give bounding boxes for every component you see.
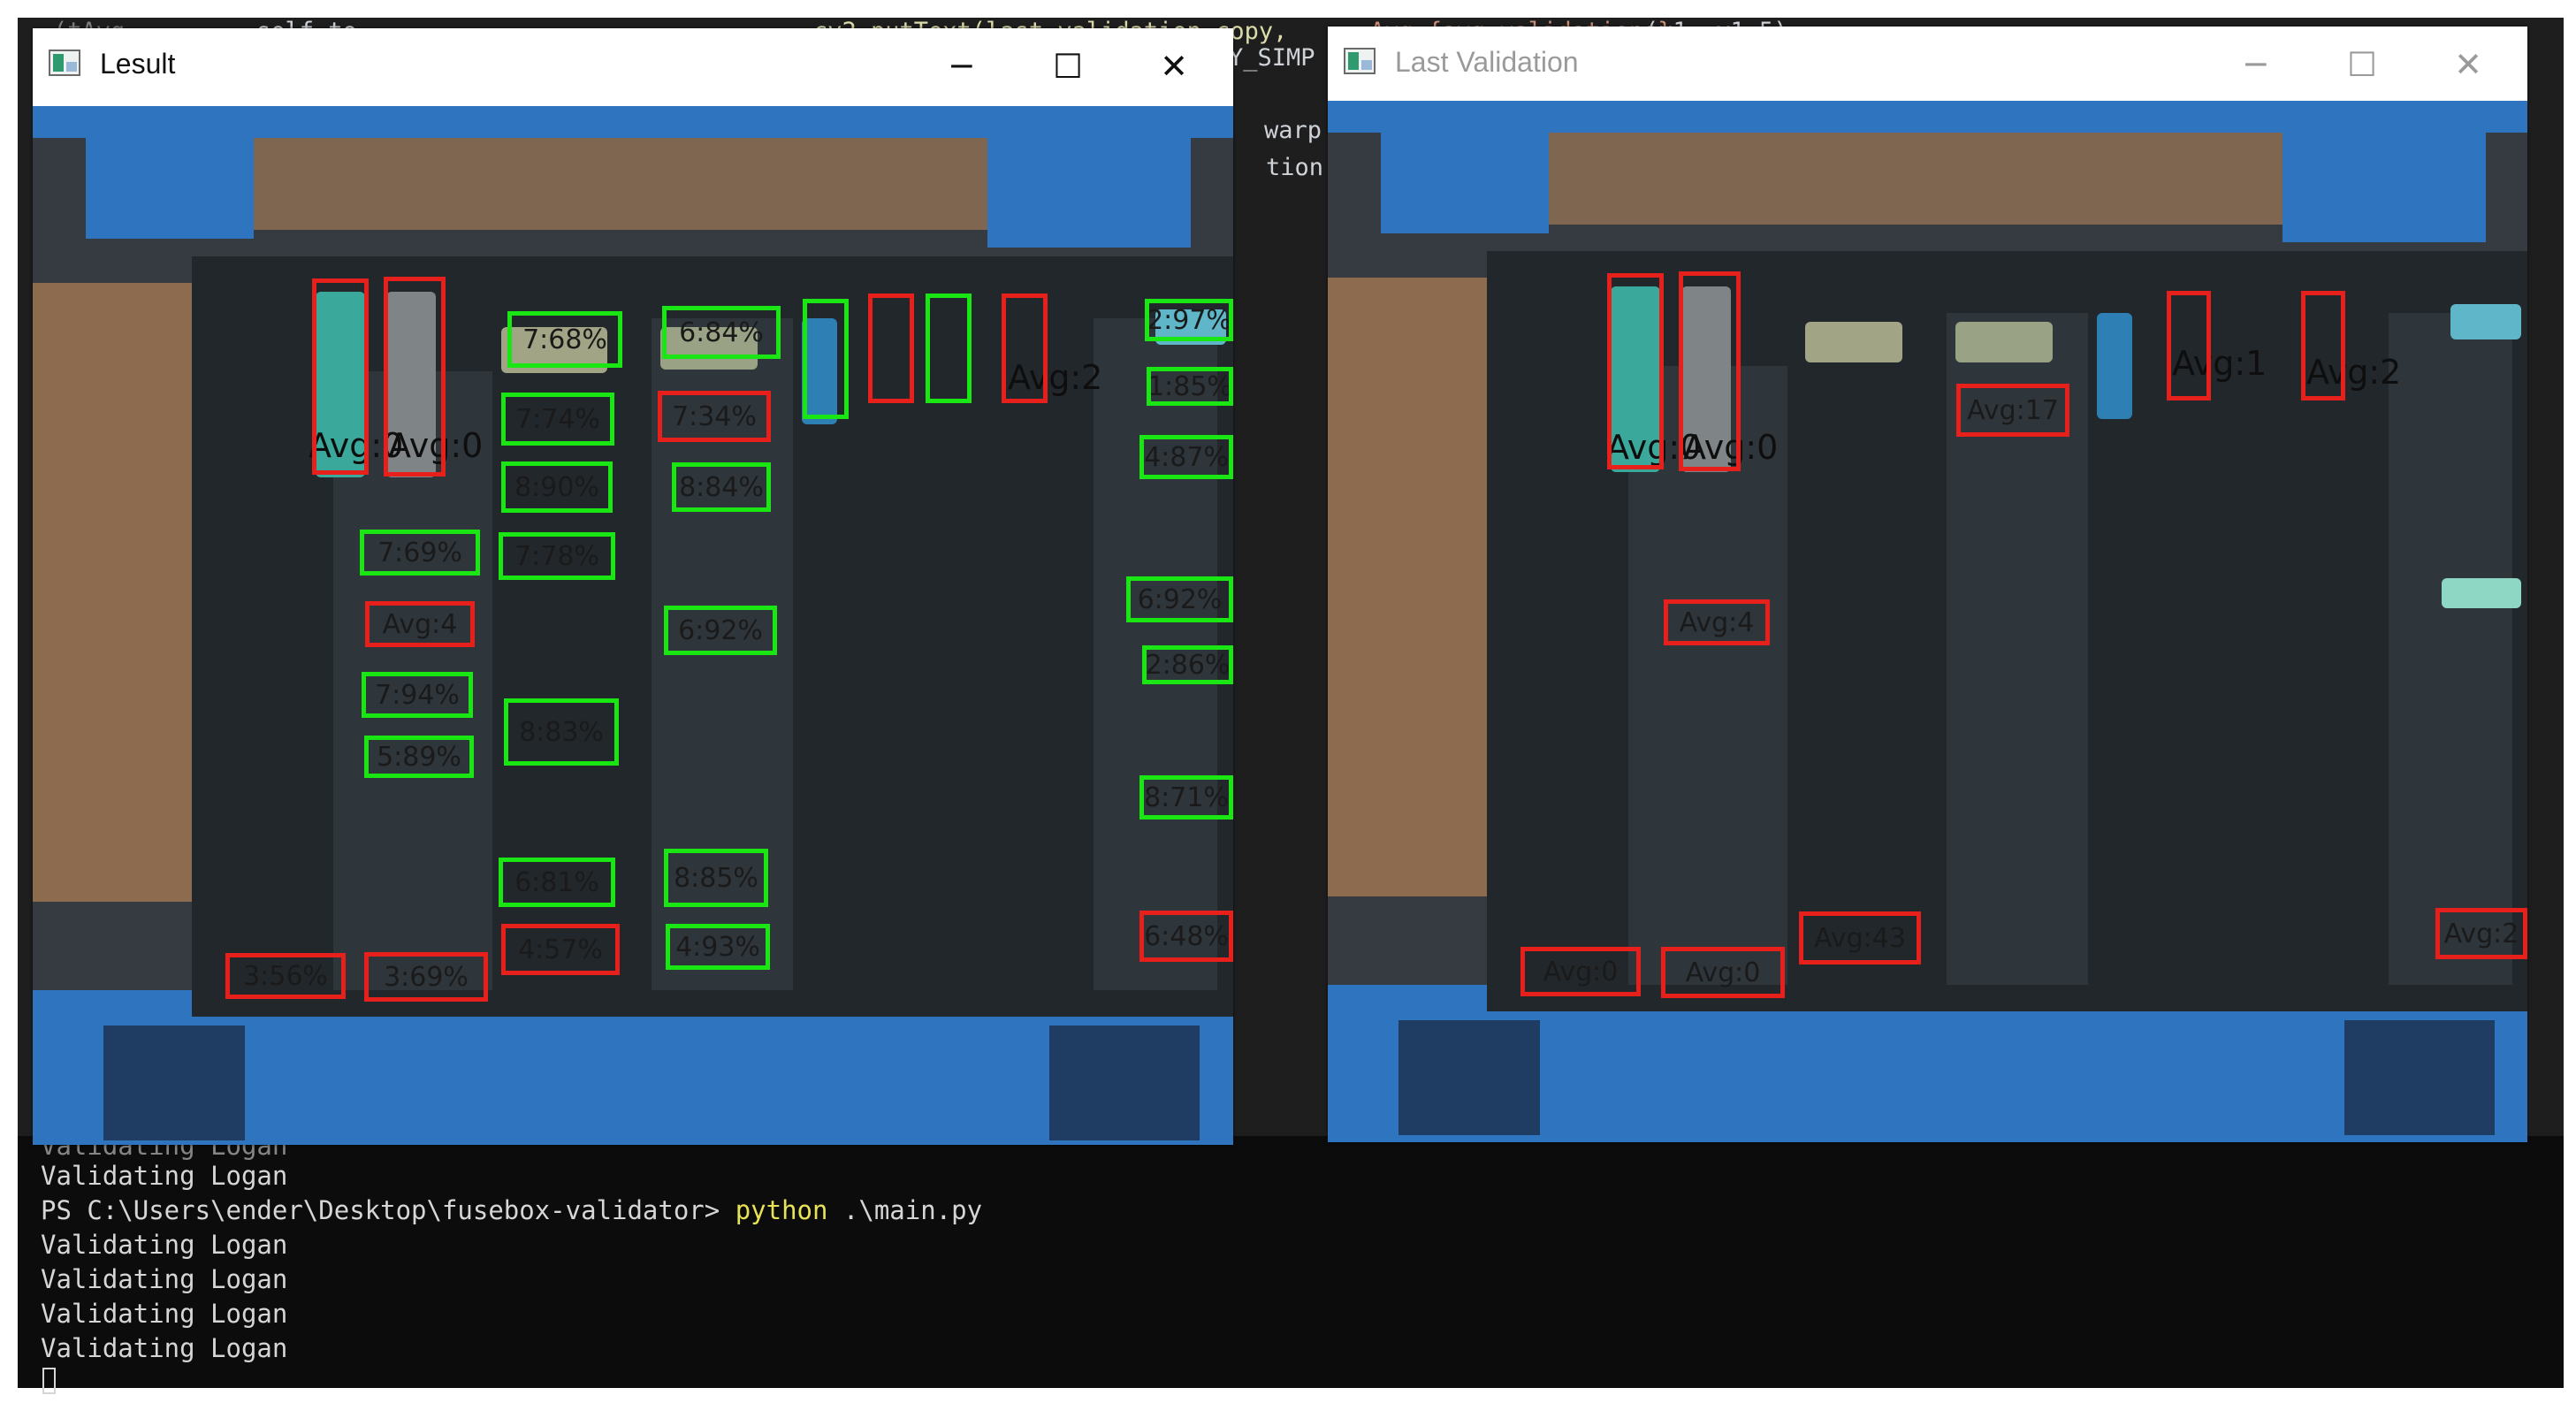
fuse-box-invalid: Avg:0 [1661,947,1785,998]
fuse-box-invalid [1607,273,1664,469]
maximize-button[interactable]: ☐ [1037,41,1099,92]
result-image: Avg:0 Avg:0 Avg:2 7:68% 7:74% 8:90% 7:78… [33,106,1233,1145]
fuse-box-invalid [312,278,369,475]
last-validation-image: Avg:0 Avg:0 Avg:1 Avg:2 Avg:17 Avg:4 Avg… [1328,101,2527,1142]
terminal-output-line: Validating Logan [41,1230,288,1260]
terminal-panel[interactable]: Validating Logan Validating Logan PS C:\… [18,1131,2564,1394]
fuse-box-invalid [2301,291,2345,400]
window-title: Last Validation [1395,46,1579,78]
fuse-box-invalid [2167,291,2211,400]
terminal-prompt: PS C:\Users\ender\Desktop\fusebox-valida… [41,1195,720,1225]
result-window-titlebar[interactable]: Lesult ─ ☐ ✕ [33,28,1233,106]
fuse-box-invalid: Avg:2 [2435,908,2527,959]
app-icon [49,50,80,76]
fuse-box-valid: 2:97% [1145,299,1233,341]
fuse-box-valid: 6:92% [664,606,777,655]
fuse-box-valid: 8:84% [672,462,771,512]
fuse-box-valid: 8:85% [664,849,768,907]
terminal-output-line: Validating Logan [41,1161,288,1191]
fuse-box-valid: 2:86% [1142,645,1233,684]
fuse-box-invalid [384,277,446,477]
terminal-command: python [735,1195,828,1225]
fuse-box-valid: 7:69% [360,530,480,576]
code-snippet: tion [1266,154,1324,181]
fuse-box-invalid: 3:56% [225,953,346,999]
fuse-box-invalid: Avg:4 [1664,599,1770,645]
fuse-box-valid [926,294,972,403]
terminal-output-line: Validating Logan [41,1333,288,1363]
close-button[interactable]: ✕ [1143,41,1205,92]
fuse-box-valid [803,299,849,419]
code-snippet: warp [1264,117,1322,144]
terminal-output-line: Validating Logan [41,1264,288,1294]
fuse-box-valid: 6:84% [662,306,781,359]
fuse-box-valid: 8:83% [504,698,619,766]
fuse-box-valid: 8:90% [501,461,613,513]
terminal-cursor [42,1368,56,1394]
fuse-box-invalid: Avg:4 [365,601,475,647]
fuse-box-valid: 6:81% [499,858,615,907]
fuse-box-valid: 7:68% [507,311,622,368]
fuse-box-invalid: 7:34% [658,391,771,442]
fuse-box-invalid: Avg:43 [1799,911,1921,965]
fuse-box-valid: 4:93% [666,924,770,970]
fuse-box-valid: 7:78% [499,532,615,580]
maximize-button[interactable]: ☐ [2331,39,2393,90]
fuse-box-valid: 7:94% [362,672,473,718]
fuse-box-invalid [868,294,914,403]
app-icon [1344,48,1376,74]
minimize-button[interactable]: ─ [931,41,993,92]
fuse-box-valid: 8:71% [1139,775,1233,820]
window-title: Lesult [100,48,176,80]
close-button[interactable]: ✕ [2437,39,2499,90]
fuse-box-valid: 4:87% [1139,435,1233,479]
minimize-button[interactable]: ─ [2225,39,2287,90]
last-validation-window[interactable]: Last Validation ─ ☐ ✕ Avg:0 Avg:0 Avg:1 … [1328,27,2527,1142]
terminal-output-line: Validating Logan [41,1299,288,1329]
fuse-box-invalid: 4:57% [501,924,620,975]
fuse-box-valid: 1:85% [1147,367,1233,406]
fuse-box-valid: 6:92% [1126,576,1233,622]
fuse-box-invalid [1679,271,1741,471]
fuse-box-invalid: 3:69% [364,952,488,1002]
code-snippet: Y_SIMP [1229,44,1315,72]
fuse-box-invalid: Avg:0 [1520,947,1641,996]
last-validation-titlebar[interactable]: Last Validation ─ ☐ ✕ [1328,27,2527,101]
fuse-box-invalid: 6:48% [1139,911,1233,962]
terminal-argument: .\main.py [842,1195,983,1225]
terminal-command-line: PS C:\Users\ender\Desktop\fusebox-valida… [41,1195,982,1225]
result-window[interactable]: Lesult ─ ☐ ✕ Avg:0 Avg:0 Avg:2 7:68% 7:7… [33,28,1233,1145]
fuse-box-valid: 5:89% [364,736,474,778]
fuse-box-invalid [1002,294,1048,403]
fuse-box-valid: 7:74% [501,393,614,446]
fuse-box-invalid: Avg:17 [1956,384,2069,437]
